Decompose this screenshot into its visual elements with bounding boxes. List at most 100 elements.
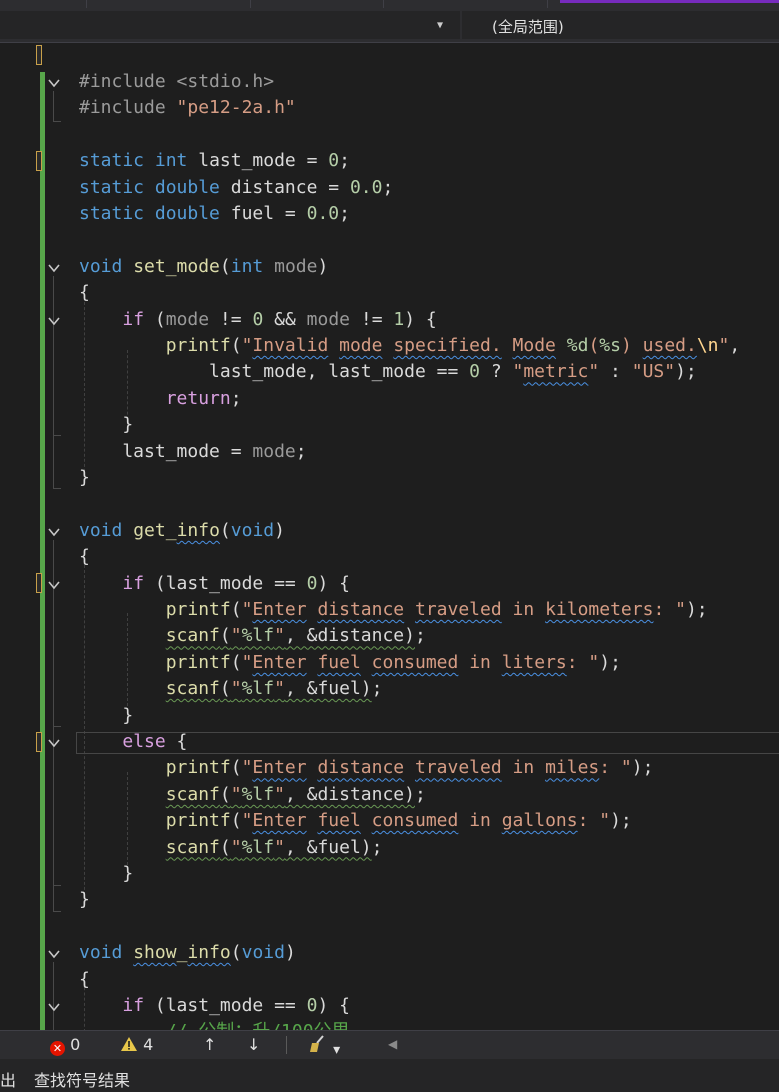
code-line[interactable]: #include "pe12-2a.h": [79, 95, 296, 121]
code-cleanup-button[interactable]: ▾: [308, 1034, 340, 1058]
code-line[interactable]: static double distance = 0.0;: [79, 175, 393, 201]
bottom-panel-tabs: 出 查找符号结果: [0, 1059, 779, 1092]
code-line[interactable]: if (mode != 0 && mode != 1) {: [79, 307, 436, 333]
fold-toggle-icon[interactable]: [47, 314, 61, 328]
code-token: last_mode, last_mode ==: [79, 361, 470, 383]
code-token: (: [230, 335, 242, 356]
change-indicator-bar: [40, 72, 45, 1030]
fold-toggle-icon[interactable]: [47, 947, 61, 961]
code-line[interactable]: void get_info(void): [79, 518, 285, 544]
warnings-indicator[interactable]: 4: [120, 1035, 153, 1056]
code-line[interactable]: if (last_mode == 0) {: [79, 993, 350, 1019]
code-token: (: [219, 678, 231, 700]
code-line[interactable]: scanf("%lf", &fuel);: [79, 835, 383, 861]
code-line[interactable]: // 公制：升/100公里: [79, 1019, 350, 1030]
code-line[interactable]: return;: [79, 386, 242, 412]
code-token: : ": [577, 810, 611, 832]
code-token: ;: [414, 783, 426, 805]
code-token: double: [154, 176, 220, 198]
project-dropdown[interactable]: ▼: [0, 11, 460, 39]
fold-toggle-icon[interactable]: [47, 76, 61, 90]
code-line[interactable]: {: [79, 544, 90, 570]
code-token: {: [79, 968, 90, 990]
code-token: ": [274, 783, 285, 805]
code-token: distance: [317, 757, 405, 779]
code-token: void: [230, 519, 275, 541]
errors-indicator[interactable]: ✕ 0: [50, 1035, 80, 1056]
fold-line-end: [53, 885, 61, 886]
code-token: }: [79, 414, 134, 436]
fold-toggle-icon[interactable]: [47, 261, 61, 275]
code-token: liters: [501, 651, 567, 673]
code-line[interactable]: }: [79, 412, 133, 438]
scope-dropdown[interactable]: (全局范围): [462, 11, 779, 39]
previous-issue-button[interactable]: ↑: [203, 1035, 216, 1054]
code-line[interactable]: printf("Enter distance traveled in kilom…: [79, 597, 708, 623]
code-token: !=: [209, 308, 253, 330]
code-token: (: [219, 783, 231, 805]
code-token: static: [79, 150, 145, 172]
code-token: "US": [631, 361, 676, 383]
code-line[interactable]: }: [79, 861, 133, 887]
code-line[interactable]: {: [79, 280, 90, 306]
status-bar: ✕ 0 4 ↑ ↓ ▾ ◀: [0, 1030, 779, 1059]
code-line[interactable]: printf("Enter fuel consumed in gallons: …: [79, 808, 632, 834]
code-editor[interactable]: #include <stdio.h> #include "pe12-2a.h" st…: [0, 43, 779, 1030]
code-line[interactable]: else {: [79, 729, 187, 755]
code-line[interactable]: }: [79, 465, 90, 491]
code-token: info: [176, 519, 220, 541]
code-token: ): [274, 519, 285, 541]
code-token: in: [458, 810, 502, 832]
code-token: ;: [339, 203, 350, 224]
fold-toggle-icon[interactable]: [47, 736, 61, 750]
code-line[interactable]: scanf("%lf", &distance);: [79, 782, 426, 808]
code-token: %lf: [241, 836, 275, 858]
code-line[interactable]: printf("Enter fuel consumed in liters: "…: [79, 650, 621, 676]
code-token: last_mode =: [187, 150, 329, 172]
code-line[interactable]: {: [79, 967, 90, 993]
scroll-left-icon[interactable]: ◀: [388, 1037, 397, 1051]
code-token: ;: [339, 150, 350, 172]
code-line[interactable]: static double fuel = 0.0;: [79, 201, 350, 227]
code-line[interactable]: }: [79, 887, 90, 913]
code-token: !=: [350, 308, 394, 330]
unsaved-change-marker: [36, 45, 42, 65]
code-line[interactable]: last_mode, last_mode == 0 ? "metric" : "…: [79, 359, 697, 385]
code-token: scanf: [165, 836, 220, 858]
code-token: used.: [642, 335, 697, 356]
code-token: ": [241, 335, 253, 356]
output-tab[interactable]: 出: [0, 1067, 16, 1091]
fold-toggle-icon[interactable]: [47, 525, 61, 539]
code-token: ;: [295, 440, 307, 462]
code-line[interactable]: void set_mode(int mode): [79, 254, 328, 280]
code-token: show: [133, 942, 177, 964]
code-line[interactable]: void show_info(void): [79, 940, 296, 966]
error-icon: ✕: [50, 1041, 65, 1056]
code-token: if: [122, 308, 145, 330]
code-token: , &fuel): [284, 678, 372, 700]
code-token: info: [187, 942, 231, 964]
code-line[interactable]: #include <stdio.h>: [79, 69, 274, 95]
code-token: :: [599, 361, 632, 383]
code-token: ;: [371, 836, 383, 858]
code-token: static: [79, 176, 145, 198]
code-line[interactable]: }: [79, 703, 133, 729]
code-line[interactable]: scanf("%lf", &distance);: [79, 623, 426, 649]
code-line[interactable]: if (last_mode == 0) {: [79, 571, 350, 597]
next-issue-button[interactable]: ↓: [247, 1035, 260, 1054]
code-line[interactable]: scanf("%lf", &fuel);: [79, 676, 383, 702]
code-line[interactable]: last_mode = mode;: [79, 439, 307, 465]
tab-find-symbol-results[interactable]: 查找符号结果: [34, 1067, 130, 1091]
fold-toggle-icon[interactable]: [47, 1000, 61, 1014]
code-line[interactable]: printf("Invalid mode specified. Mode %d(…: [79, 333, 741, 359]
code-token: : ": [566, 651, 600, 673]
code-token: ": [718, 335, 730, 356]
code-line[interactable]: static int last_mode = 0;: [79, 148, 350, 174]
fold-toggle-icon[interactable]: [47, 578, 61, 592]
code-line[interactable]: printf("Enter distance traveled in miles…: [79, 755, 654, 781]
